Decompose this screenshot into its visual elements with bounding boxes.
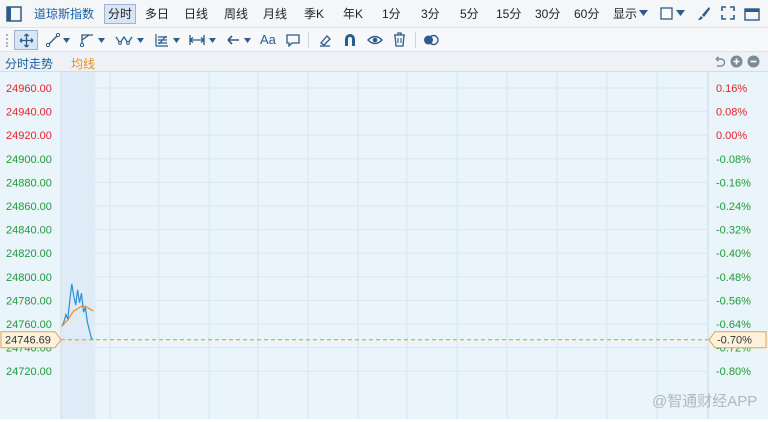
intraday-tab-label: 分时走势	[5, 57, 54, 71]
chevron-down-icon[interactable]	[209, 38, 216, 43]
pct-tick-label: -0.56%	[716, 295, 751, 307]
eraser-icon[interactable]	[318, 33, 332, 47]
chevron-down-icon[interactable]	[244, 38, 251, 43]
price-tick-label: 24900.00	[6, 154, 52, 166]
range-tool-icon[interactable]	[189, 33, 205, 47]
fullscreen-icon[interactable]	[721, 6, 735, 20]
pct-tick-label: -0.32%	[716, 225, 751, 237]
tab-multi-day[interactable]: 多日	[145, 5, 169, 23]
drawing-toolbar: Aa	[0, 28, 768, 52]
trash-icon[interactable]	[393, 32, 406, 47]
pct-tick-label: -0.80%	[716, 366, 751, 378]
tab-daily[interactable]: 日线	[184, 5, 208, 23]
channel-tool-icon[interactable]	[80, 33, 95, 47]
pct-tick-label: -0.48%	[716, 272, 751, 284]
price-tick-label: 24880.00	[6, 177, 52, 189]
tab-quarterly[interactable]: 季K	[304, 5, 324, 23]
tab-intraday[interactable]: 分时	[104, 4, 137, 24]
price-tick-label: 24920.00	[6, 130, 52, 142]
price-tick-label: 24840.00	[6, 225, 52, 237]
watermark: @智通财经APP	[652, 392, 757, 410]
line-tool-icon[interactable]	[46, 33, 60, 47]
eye-icon[interactable]	[367, 33, 383, 47]
pct-tick-label: -0.16%	[716, 177, 751, 189]
fibonacci-tool-icon[interactable]	[154, 32, 170, 48]
comment-icon[interactable]	[286, 33, 300, 47]
period-toolbar: 道琼斯指数 分时 多日 日线 周线 月线 季K 年K 1分 3分 5分 15分 …	[0, 0, 768, 28]
tab-monthly[interactable]: 月线	[263, 5, 287, 23]
pct-tick-label: -0.64%	[716, 319, 751, 331]
move-icon	[19, 33, 34, 48]
grip-icon	[6, 34, 8, 47]
toolbar-divider	[415, 32, 416, 48]
compare-icon[interactable]	[423, 33, 439, 47]
price-tick-label: 24860.00	[6, 201, 52, 213]
pct-tick-label: 0.08%	[716, 107, 747, 119]
tab-yearly[interactable]: 年K	[343, 5, 363, 23]
zoom-out-icon[interactable]	[747, 55, 760, 68]
popout-icon[interactable]	[744, 6, 760, 21]
elapsed-session-shade	[62, 72, 96, 419]
pct-tick-label: 0.00%	[716, 130, 747, 142]
series-layer	[61, 283, 708, 341]
price-tick-label: 24780.00	[6, 295, 52, 307]
tab-1min[interactable]: 1分	[382, 5, 401, 23]
price-tick-label: 24800.00	[6, 272, 52, 284]
price-tick-label: 24960.00	[6, 83, 52, 95]
current-pct-label: -0.70%	[717, 335, 752, 347]
brush-icon[interactable]	[697, 6, 711, 21]
wave-tool-icon[interactable]	[115, 33, 133, 47]
tab-15min[interactable]: 15分	[496, 5, 521, 23]
toolbar-divider	[308, 32, 309, 48]
magnet-icon[interactable]	[343, 33, 357, 47]
tab-3min[interactable]: 3分	[421, 5, 440, 23]
chart-canvas[interactable]: 24960.00 0.16% 24940.00 0.08% 24920.00 0.00% 2…	[0, 72, 768, 419]
square-style-icon[interactable]	[660, 7, 673, 20]
zoom-in-icon[interactable]	[730, 55, 743, 68]
move-tool[interactable]	[14, 30, 38, 50]
index-name[interactable]: 道琼斯指数	[34, 5, 94, 23]
axis-labels: 24960.00 0.16% 24940.00 0.08% 24920.00 0.00% 2…	[0, 83, 767, 378]
undo-icon[interactable]	[713, 56, 725, 68]
intraday-chart[interactable]: 24960.00 0.16% 24940.00 0.08% 24920.00 0.00% 2…	[0, 72, 768, 419]
chevron-down-icon[interactable]	[639, 10, 648, 16]
grid-layer	[60, 72, 709, 419]
text-tool[interactable]: Aa	[260, 32, 276, 47]
avg-line-legend: 均线	[71, 57, 96, 71]
display-menu[interactable]: 显示	[613, 5, 637, 23]
arrow-left-icon[interactable]	[226, 33, 240, 47]
tab-weekly[interactable]: 周线	[224, 5, 248, 23]
tab-30min[interactable]: 30分	[535, 5, 560, 23]
tab-5min[interactable]: 5分	[460, 5, 479, 23]
pct-tick-label: -0.24%	[716, 201, 751, 213]
price-tick-label: 24760.00	[6, 319, 52, 331]
price-tick-label: 24940.00	[6, 107, 52, 119]
pct-tick-label: 0.16%	[716, 83, 747, 95]
tab-60min[interactable]: 60分	[574, 5, 599, 23]
current-price-label: 24746.69	[5, 335, 51, 347]
chevron-down-icon[interactable]	[98, 38, 105, 43]
sidebar-toggle-icon[interactable]	[6, 6, 22, 22]
price-tick-label: 24820.00	[6, 248, 52, 260]
chevron-down-icon[interactable]	[63, 38, 70, 43]
chevron-down-icon[interactable]	[676, 10, 685, 16]
pct-tick-label: -0.40%	[716, 248, 751, 260]
chart-legend-bar: 分时走势 均线	[0, 52, 768, 72]
price-tick-label: 24720.00	[6, 366, 52, 378]
chevron-down-icon[interactable]	[137, 38, 144, 43]
pct-tick-label: -0.08%	[716, 154, 751, 166]
chevron-down-icon[interactable]	[173, 38, 180, 43]
